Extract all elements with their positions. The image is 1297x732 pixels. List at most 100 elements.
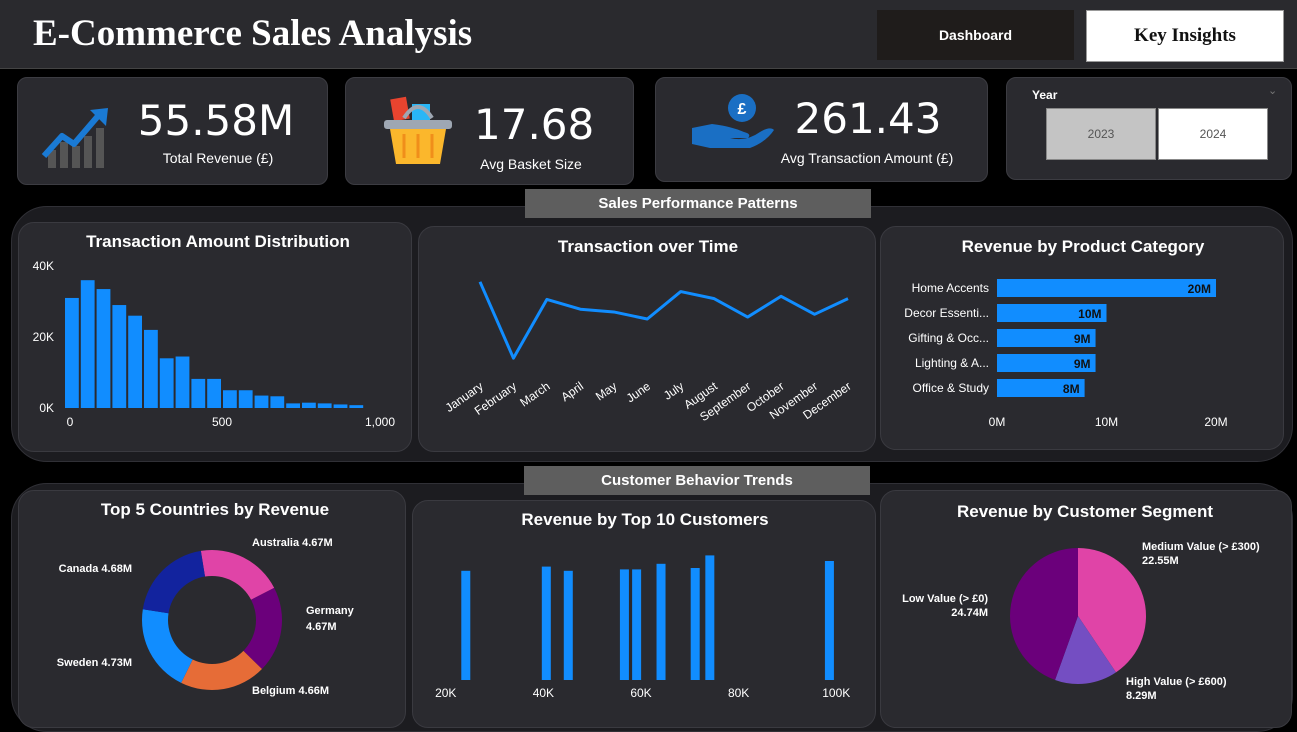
x-tick-label: 80K <box>728 686 749 700</box>
histogram-bar <box>302 402 316 408</box>
year-option-2024[interactable]: 2024 <box>1158 108 1268 160</box>
customer-bar <box>619 569 629 680</box>
slice-label: High Value (> £600) <box>1126 676 1227 688</box>
year-slicer-label: Year <box>1032 88 1058 102</box>
customer-bar-chart: 20K 40K 60K 80K 100K <box>435 555 850 700</box>
donut-slice <box>200 550 275 600</box>
histogram-bar <box>317 403 332 408</box>
x-tick-label: April <box>558 379 586 404</box>
x-tick-label: May <box>593 379 620 403</box>
chart-title: Top 5 Countries by Revenue <box>100 500 330 519</box>
donut-slice <box>142 550 205 614</box>
slice-label: Germany <box>306 605 355 617</box>
category-label: Lighting & A... <box>915 356 989 370</box>
histogram-bar <box>144 329 158 408</box>
chevron-down-icon[interactable]: ⌄ <box>1268 84 1277 97</box>
data-label: 9M <box>1074 332 1091 346</box>
chart-title: Revenue by Top 10 Customers <box>521 510 769 529</box>
histogram-bar <box>191 378 206 408</box>
slice-label: Australia 4.67M <box>252 537 333 549</box>
shopping-basket-icon <box>384 96 452 164</box>
customer-bar <box>541 566 551 680</box>
kpi-label: Total Revenue (£) <box>162 150 274 166</box>
chart-title: Revenue by Product Category <box>961 237 1205 256</box>
growth-chart-icon <box>41 108 108 168</box>
y-tick-label: 40K <box>33 259 54 273</box>
histogram-bar <box>207 378 221 408</box>
section-header-sales: Sales Performance Patterns <box>525 189 871 218</box>
chart-title: Transaction over Time <box>557 237 739 256</box>
category-label: Gifting & Occ... <box>908 331 989 345</box>
kpi-card-avg-transaction-amount: £ 261.43 Avg Transaction Amount (£) <box>655 77 988 182</box>
page-title: E-Commerce Sales Analysis <box>33 13 473 54</box>
kpi-value: 55.58M <box>137 96 295 145</box>
x-tick-label: 100K <box>822 686 850 700</box>
data-label: 9M <box>1074 357 1091 371</box>
kpi-label: Avg Transaction Amount (£) <box>780 150 954 166</box>
svg-text:£: £ <box>738 101 747 118</box>
histogram-bar <box>349 405 364 408</box>
line-chart: JanuaryFebruaryMarch April May June JulyAugu… <box>443 281 854 424</box>
section-header-customer: Customer Behavior Trends <box>524 466 870 495</box>
histogram-bar <box>254 395 269 408</box>
kpi-value: 261.43 <box>794 94 942 143</box>
customer-bar <box>824 561 834 680</box>
dashboard-nav-button[interactable]: Dashboard <box>877 10 1074 60</box>
histogram-bar <box>65 297 79 408</box>
customer-bar <box>461 570 471 680</box>
chart-title: Revenue by Customer Segment <box>956 502 1213 521</box>
line-series <box>478 281 849 360</box>
category-label: Office & Study <box>913 381 989 395</box>
kpi-card-total-revenue: 55.58M Total Revenue (£) <box>17 77 328 185</box>
donut-slice <box>142 609 193 683</box>
histogram-bar <box>223 390 237 408</box>
histogram-bar <box>80 280 95 408</box>
donut-chart: Australia 4.67M Germany 4.67M Belgium 4.66M… <box>57 537 355 697</box>
slice-value: 22.55M <box>1142 555 1179 567</box>
customer-bar <box>690 568 700 680</box>
kpi-value: 17.68 <box>474 100 595 149</box>
slice-value: 24.74M <box>951 607 988 619</box>
x-tick-label: 10M <box>1095 415 1118 429</box>
customer-bar <box>705 555 715 680</box>
x-tick-label: 1,000 <box>365 415 395 429</box>
kpi-label: Avg Basket Size <box>480 156 582 172</box>
histogram-bar <box>159 358 174 408</box>
pie-chart: Medium Value (> £300) 22.55M High Value (>… <box>902 541 1260 702</box>
slice-label: Sweden 4.73M <box>57 657 132 669</box>
histogram-bar <box>96 289 111 408</box>
histogram-bar <box>112 305 127 408</box>
chart-title: Transaction Amount Distribution <box>86 232 350 251</box>
histogram-bar <box>270 396 285 408</box>
customer-bar <box>656 563 666 680</box>
data-label: 20M <box>1188 282 1211 296</box>
slice-value: 8.29M <box>1126 690 1157 702</box>
slice-value: 4.67M <box>306 621 337 633</box>
x-tick-label: 0M <box>989 415 1006 429</box>
category-label: Decor Essenti... <box>904 306 989 320</box>
x-tick-label: March <box>517 379 552 410</box>
year-option-2023[interactable]: 2023 <box>1046 108 1156 160</box>
y-tick-label: 0K <box>39 401 54 415</box>
histogram-bar <box>128 315 142 408</box>
x-tick-label: 20M <box>1204 415 1227 429</box>
y-tick-label: 20K <box>33 330 54 344</box>
category-bar <box>997 279 1216 297</box>
data-label: 8M <box>1063 382 1080 396</box>
key-insights-nav-button[interactable]: Key Insights <box>1086 10 1284 62</box>
customer-bar <box>632 569 642 680</box>
x-tick-label: 0 <box>67 415 74 429</box>
data-label: 10M <box>1078 307 1101 321</box>
x-tick-label: 20K <box>435 686 456 700</box>
x-tick-label: 40K <box>533 686 554 700</box>
horizontal-bar-chart: Home Accents 20M Decor Essenti... 10M Giftin… <box>904 279 1228 429</box>
hand-coin-icon: £ <box>692 94 774 148</box>
customer-bar <box>563 570 573 680</box>
histogram-chart: 0K 20K 40K 0 500 1,000 <box>33 259 396 429</box>
slice-label: Belgium 4.66M <box>252 685 329 697</box>
x-tick-label: 500 <box>212 415 232 429</box>
category-label: Home Accents <box>912 281 989 295</box>
slice-label: Medium Value (> £300) <box>1142 541 1260 553</box>
x-tick-label: June <box>624 379 654 406</box>
histogram-bar <box>175 356 190 408</box>
